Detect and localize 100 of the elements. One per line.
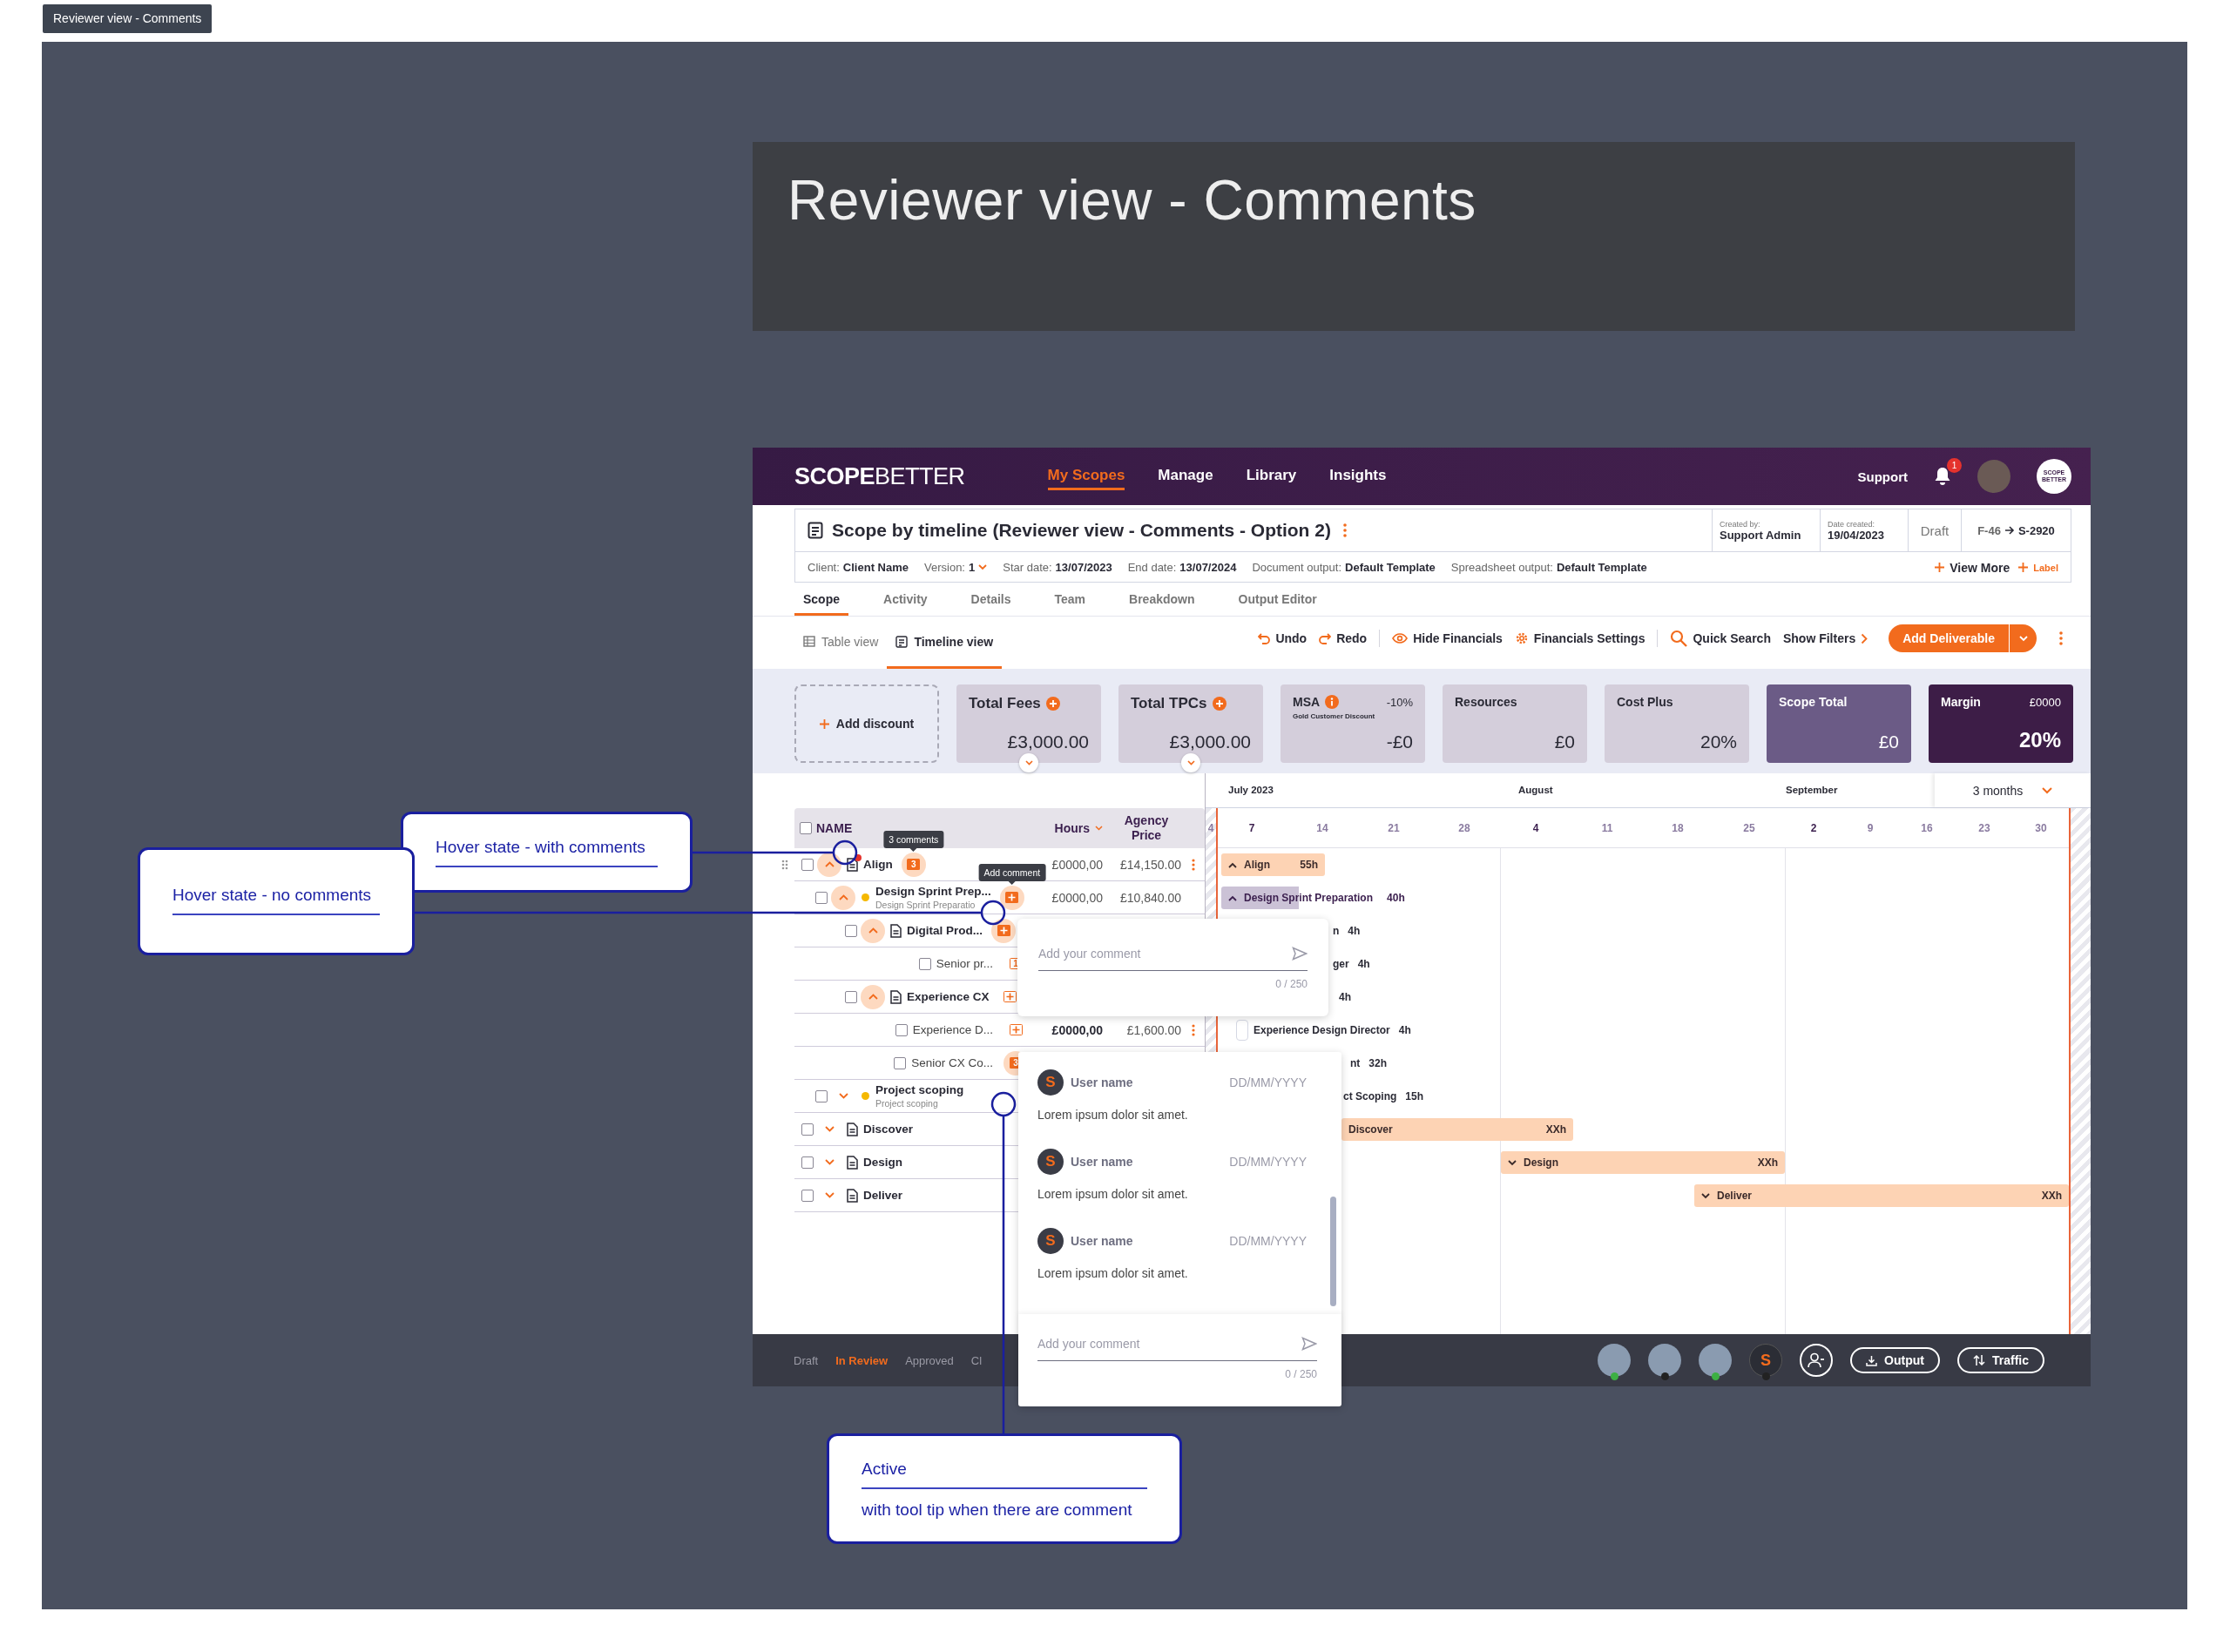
list-icon: [895, 635, 909, 648]
redo-button[interactable]: Redo: [1319, 631, 1368, 645]
comment-button[interactable]: [991, 918, 1016, 943]
financials-settings-button[interactable]: Financials Settings: [1514, 631, 1645, 645]
arrow-right-icon: [2004, 526, 2015, 535]
price-cell: £1,600.00: [1126, 1022, 1181, 1037]
more-icon[interactable]: [1342, 523, 1347, 537]
expand-toggle[interactable]: [817, 852, 841, 877]
row-checkbox[interactable]: [801, 1189, 814, 1202]
row-checkbox[interactable]: [845, 924, 857, 937]
row-checkbox[interactable]: [895, 1023, 908, 1036]
tab[interactable]: Output Editor: [1229, 592, 1326, 616]
comment-input[interactable]: Add your comment: [1037, 1326, 1317, 1361]
more-icon[interactable]: [1192, 858, 1195, 871]
scrollbar[interactable]: [1330, 1197, 1336, 1306]
chevron-icon[interactable]: [1228, 894, 1237, 901]
plus-icon: [1935, 563, 1945, 572]
stage-tab[interactable]: Draft: [794, 1353, 819, 1367]
caret-icon[interactable]: [978, 564, 988, 570]
comment-button[interactable]: [999, 885, 1024, 910]
expand-toggle[interactable]: [861, 918, 885, 943]
avatar-photo[interactable]: [1598, 1344, 1632, 1377]
chevron-icon[interactable]: [1228, 861, 1237, 868]
nav-tab[interactable]: Library: [1246, 462, 1297, 490]
more-icon[interactable]: [2059, 631, 2063, 645]
expand-button[interactable]: [1181, 753, 1200, 772]
timeline-bar[interactable]: Align 55h: [1221, 853, 1325, 876]
view-tab[interactable]: Table view: [794, 617, 888, 669]
timeline-bar[interactable]: Discover XXh: [1341, 1118, 1573, 1141]
stage-tab[interactable]: In Review: [835, 1353, 889, 1367]
view-more-link[interactable]: View More: [1935, 560, 2010, 575]
drag-handle-icon[interactable]: [781, 860, 788, 870]
row-checkbox[interactable]: [801, 1123, 814, 1136]
resize-handle[interactable]: [1236, 1020, 1248, 1041]
send-icon[interactable]: [1301, 1337, 1317, 1351]
avatar-photo[interactable]: [1648, 1344, 1682, 1377]
tab[interactable]: Activity: [875, 592, 936, 616]
row-name: Discover: [863, 1123, 914, 1136]
row-checkbox[interactable]: [815, 1089, 828, 1102]
add-discount-button[interactable]: Add discount: [794, 684, 939, 763]
hide-financials-button[interactable]: Hide Financials: [1392, 631, 1503, 645]
row-name: Design Sprint Prep...: [875, 885, 991, 898]
nav-tab[interactable]: My Scopes: [1047, 462, 1125, 490]
arrows-icon: [1973, 1354, 1985, 1366]
tab[interactable]: Breakdown: [1120, 592, 1204, 616]
row-name: Senior pr...: [936, 957, 993, 970]
redo-icon: [1319, 632, 1332, 644]
week-label: 9: [1867, 822, 1874, 834]
user-avatar[interactable]: S: [1749, 1344, 1783, 1377]
chevron-icon[interactable]: [1508, 1159, 1517, 1166]
quick-search-button[interactable]: Quick Search: [1670, 630, 1771, 647]
document-icon: [847, 1155, 858, 1170]
row-checkbox[interactable]: [801, 858, 814, 871]
document-icon: [847, 1122, 858, 1136]
select-all-checkbox[interactable]: [800, 822, 812, 834]
comment-input[interactable]: Add your comment: [1038, 936, 1308, 971]
character-counter: 0 / 250: [1284, 1368, 1317, 1380]
timeline-bar[interactable]: Deliver XXh: [1694, 1184, 2069, 1207]
undo-button[interactable]: Undo: [1258, 631, 1308, 645]
nav-tab[interactable]: Manage: [1158, 462, 1213, 490]
add-user-button[interactable]: [1800, 1344, 1834, 1377]
tab[interactable]: Details: [962, 592, 1020, 616]
row-checkbox[interactable]: [845, 990, 857, 1003]
user-avatar: S: [1037, 1069, 1064, 1096]
expand-button[interactable]: [1019, 753, 1038, 772]
caret-icon[interactable]: [1095, 826, 1103, 831]
info-icon[interactable]: [1325, 695, 1340, 709]
user-avatar: S: [1037, 1149, 1064, 1175]
bar-label: ger: [1333, 958, 1349, 970]
dropdown-button[interactable]: [2009, 624, 2037, 652]
timeline-bar[interactable]: Design XXh: [1501, 1151, 1785, 1174]
add-icon[interactable]: [1045, 697, 1060, 711]
stage-tab[interactable]: Approved: [905, 1353, 954, 1367]
more-icon[interactable]: [1192, 1023, 1195, 1036]
meta-label: Version:: [924, 561, 965, 574]
annotation-note: with tool tip when there are comment: [862, 1500, 1133, 1521]
send-icon[interactable]: [1292, 947, 1308, 961]
show-filters-button[interactable]: Show Filters: [1782, 631, 1868, 645]
bar-label: Design: [1524, 1156, 1558, 1169]
tab[interactable]: Team: [1045, 592, 1095, 616]
row-checkbox[interactable]: [801, 1156, 814, 1169]
row-checkbox[interactable]: [815, 891, 828, 904]
nav-tab[interactable]: Insights: [1329, 462, 1387, 490]
range-dropdown[interactable]: 3 months: [1935, 773, 2091, 807]
plus-icon: [1006, 993, 1015, 1001]
bell-icon[interactable]: [1934, 467, 1951, 486]
column-header[interactable]: Hours: [1054, 821, 1090, 835]
row-checkbox[interactable]: [894, 1056, 907, 1069]
output-button[interactable]: Output: [1850, 1347, 1940, 1373]
chevron-icon[interactable]: [1701, 1192, 1710, 1199]
traffic-button[interactable]: Traffic: [1957, 1347, 2044, 1373]
expand-toggle[interactable]: [861, 984, 885, 1009]
avatar-photo[interactable]: [1699, 1344, 1733, 1377]
avatar-photo[interactable]: [1977, 460, 2010, 493]
add-icon[interactable]: [1212, 697, 1226, 711]
tab[interactable]: Scope: [794, 592, 848, 616]
stage-tab[interactable]: Cl: [970, 1353, 983, 1367]
expand-toggle[interactable]: [831, 885, 855, 910]
row-checkbox[interactable]: [918, 957, 931, 970]
support-link[interactable]: Support: [1857, 469, 1908, 484]
